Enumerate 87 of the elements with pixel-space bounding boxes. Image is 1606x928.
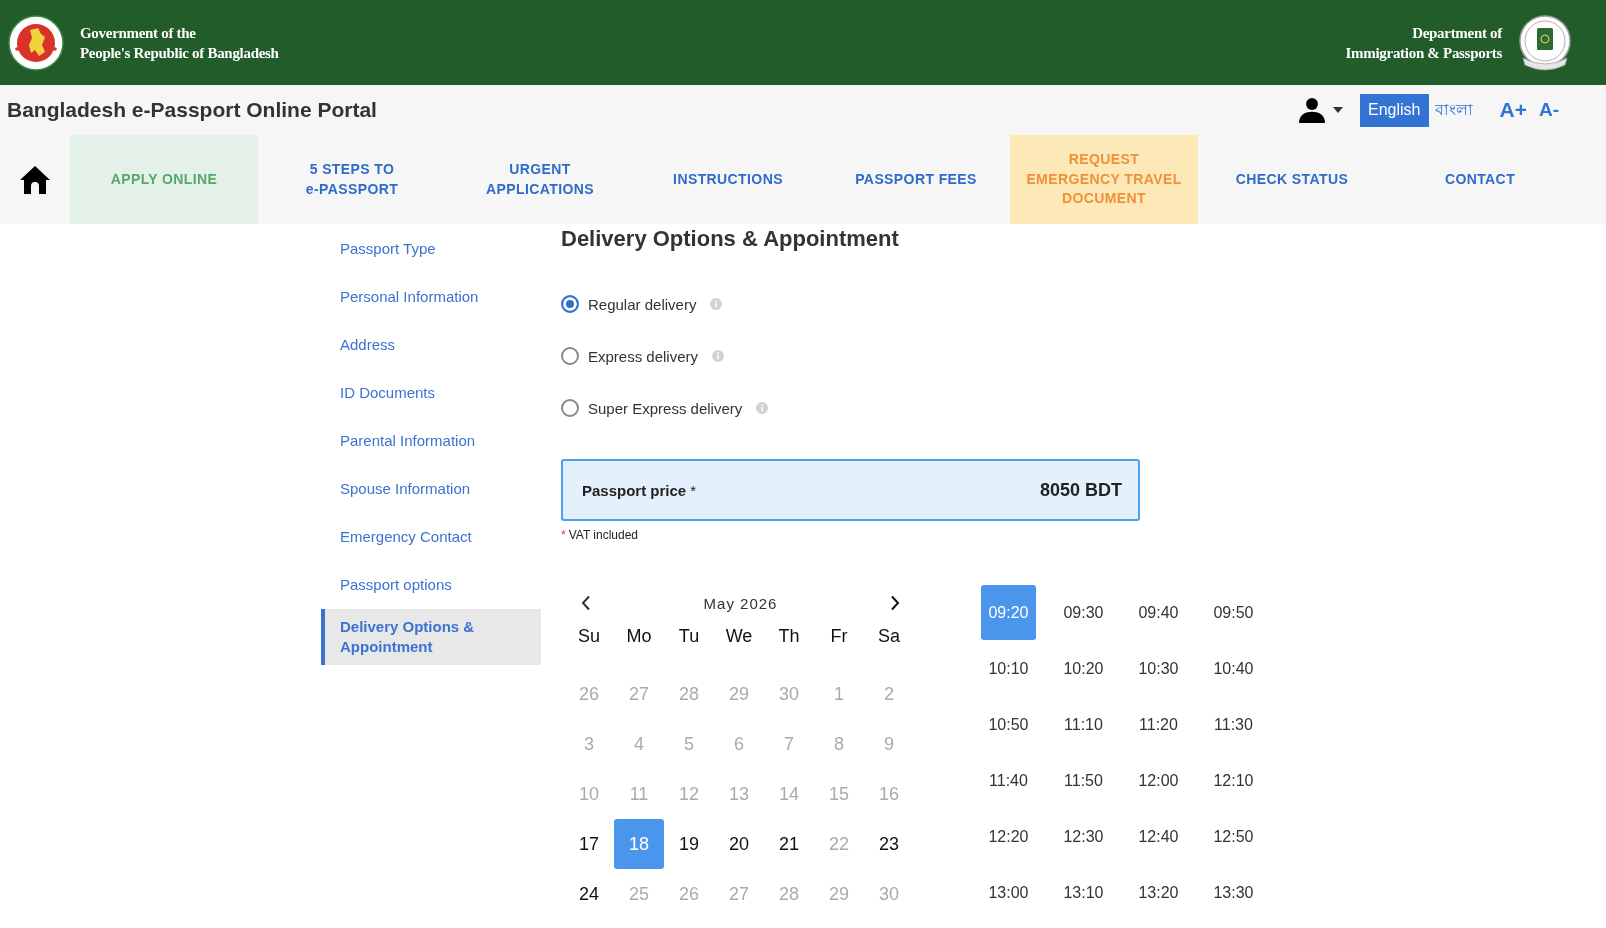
weekday-label: Mo bbox=[625, 625, 653, 647]
time-slot[interactable]: 11:20 bbox=[1131, 697, 1186, 752]
nav-link[interactable]: APPLY ONLINE bbox=[70, 135, 258, 224]
time-slot[interactable]: 12:30 bbox=[1056, 809, 1111, 864]
nav-link[interactable]: CHECK STATUS bbox=[1235, 169, 1349, 190]
weekday-label: Sa bbox=[877, 625, 901, 647]
home-icon[interactable] bbox=[19, 164, 51, 195]
nav-link[interactable]: INSTRUCTIONS bbox=[673, 169, 783, 190]
day-cell[interactable]: 8 bbox=[814, 719, 864, 769]
time-slot[interactable]: 12:20 bbox=[981, 809, 1036, 864]
day-cell[interactable]: 30 bbox=[764, 669, 814, 719]
day-cell[interactable]: 3 bbox=[564, 719, 614, 769]
time-slot[interactable]: 11:50 bbox=[1056, 753, 1111, 808]
time-slot[interactable]: 10:40 bbox=[1206, 641, 1261, 696]
sidebar-item[interactable]: Parental Information bbox=[340, 431, 476, 451]
time-slot[interactable]: 09:30 bbox=[1056, 585, 1111, 640]
sidebar-item[interactable]: Passport options bbox=[340, 575, 452, 595]
time-slot[interactable]: 09:40 bbox=[1131, 585, 1186, 640]
sidebar-item[interactable]: Personal Information bbox=[340, 287, 479, 307]
option-label: Express delivery bbox=[588, 347, 699, 365]
day-cell[interactable]: 9 bbox=[864, 719, 914, 769]
day-cell[interactable]: 17 bbox=[564, 819, 614, 869]
sidebar-item[interactable]: Address bbox=[340, 335, 396, 355]
section-heading: Delivery Options & Appointment bbox=[561, 226, 900, 252]
weekday-label: We bbox=[724, 625, 754, 647]
radio-button[interactable] bbox=[561, 295, 579, 313]
time-slot[interactable]: 10:10 bbox=[981, 641, 1036, 696]
time-slot[interactable]: 13:10 bbox=[1056, 865, 1111, 920]
nav-link[interactable]: CONTACT bbox=[1444, 169, 1516, 190]
weekday-label: Su bbox=[577, 625, 601, 647]
nav-link[interactable]: 5 STEPS TO e-PASSPORT bbox=[305, 160, 399, 199]
day-cell[interactable]: 26 bbox=[664, 869, 714, 919]
user-icon[interactable] bbox=[1299, 97, 1325, 123]
month-label: May 2026 bbox=[703, 594, 778, 612]
time-slot[interactable]: 09:50 bbox=[1206, 585, 1261, 640]
radio-button[interactable] bbox=[561, 347, 579, 365]
day-cell[interactable]: 30 bbox=[864, 869, 914, 919]
time-slot[interactable]: 12:50 bbox=[1206, 809, 1261, 864]
price-label: Passport price * bbox=[582, 481, 697, 499]
chevron-left-icon[interactable] bbox=[581, 595, 591, 611]
day-cell[interactable]: 26 bbox=[564, 669, 614, 719]
chevron-right-icon[interactable] bbox=[890, 595, 900, 611]
time-slot[interactable]: 10:30 bbox=[1131, 641, 1186, 696]
weekday-label: Fr bbox=[829, 625, 849, 647]
sidebar-item[interactable]: Passport Type bbox=[340, 239, 436, 259]
nav-link[interactable]: URGENT APPLICATIONS bbox=[486, 160, 594, 199]
time-slot[interactable]: 10:50 bbox=[981, 697, 1036, 752]
time-slot[interactable]: 13:30 bbox=[1206, 865, 1261, 920]
time-slot[interactable]: 09:20 bbox=[981, 585, 1036, 640]
time-slot[interactable]: 11:10 bbox=[1056, 697, 1111, 752]
nav-link[interactable]: PASSPORT FEES bbox=[855, 169, 977, 190]
sidebar-item[interactable]: Delivery Options & Appointment bbox=[321, 609, 541, 665]
portal-title: Bangladesh e-Passport Online Portal bbox=[7, 98, 378, 122]
sidebar-item[interactable]: Spouse Information bbox=[340, 479, 471, 499]
language-button[interactable]: বাংলা bbox=[1434, 100, 1473, 120]
time-slot[interactable]: 11:40 bbox=[981, 753, 1036, 808]
radio-button[interactable] bbox=[561, 399, 579, 417]
emblem-icon bbox=[8, 14, 64, 71]
time-slot[interactable]: 12:10 bbox=[1206, 753, 1261, 808]
price-value: 8050 BDT bbox=[1039, 479, 1122, 501]
time-slot[interactable]: 11:30 bbox=[1206, 697, 1261, 752]
day-cell[interactable]: 19 bbox=[664, 819, 714, 869]
time-slot[interactable]: 13:00 bbox=[981, 865, 1036, 920]
day-cell[interactable]: 21 bbox=[764, 819, 814, 869]
weekday-label: Th bbox=[777, 625, 801, 647]
caret-icon[interactable] bbox=[1333, 107, 1343, 113]
weekday-label: Tu bbox=[677, 625, 701, 647]
sidebar-item[interactable]: ID Documents bbox=[340, 383, 436, 403]
option-label: Super Express delivery bbox=[588, 399, 743, 417]
text-size-button[interactable]: A+ bbox=[1499, 98, 1527, 122]
time-slot[interactable]: 10:20 bbox=[1056, 641, 1111, 696]
day-cell[interactable]: 23 bbox=[864, 819, 914, 869]
sidebar-item[interactable]: Emergency Contact bbox=[340, 527, 472, 547]
time-slot[interactable]: 12:00 bbox=[1131, 753, 1186, 808]
text-size-button[interactable]: A- bbox=[1538, 99, 1559, 121]
day-cell[interactable]: 6 bbox=[714, 719, 764, 769]
government-title: Government of the People's Republic of Bangladesh bbox=[80, 23, 279, 63]
day-cell[interactable]: 18 bbox=[614, 819, 664, 869]
day-cell[interactable]: 24 bbox=[564, 869, 614, 919]
time-slot[interactable]: 13:20 bbox=[1131, 865, 1186, 920]
language-button[interactable]: English bbox=[1360, 93, 1429, 127]
department-title: Department of Immigration & Passports bbox=[1345, 23, 1502, 63]
seal-icon bbox=[1518, 13, 1572, 72]
time-slot[interactable]: 12:40 bbox=[1131, 809, 1186, 864]
day-cell[interactable]: 20 bbox=[714, 819, 764, 869]
option-label: Regular delivery bbox=[588, 295, 697, 313]
vat-note: * VAT included bbox=[561, 528, 639, 542]
